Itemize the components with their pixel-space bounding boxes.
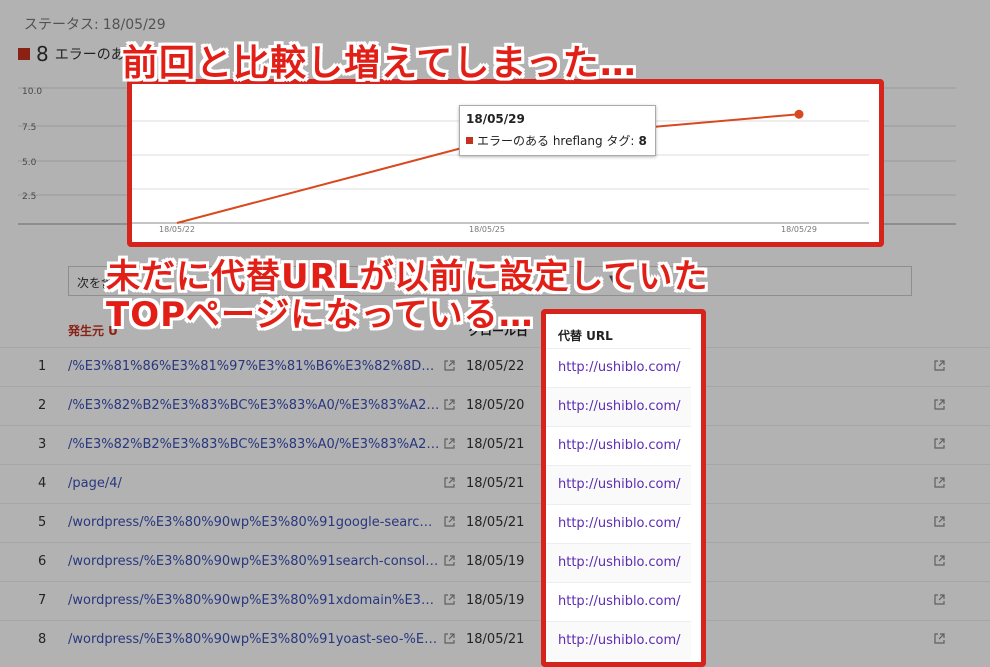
table-row[interactable]: 7/wordpress/%E3%80%90wp%E3%80%91xdomain%… <box>0 581 990 621</box>
alt-url-link[interactable]: http://ushiblo.com/ <box>558 360 681 375</box>
crawl-date: 18/05/22 <box>466 359 525 374</box>
table-row[interactable]: 8/wordpress/%E3%80%90wp%E3%80%91yoast-se… <box>0 620 990 660</box>
table-row[interactable]: 6/wordpress/%E3%80%90wp%E3%80%91search-c… <box>0 542 990 582</box>
tooltip-value: 8 <box>638 133 647 148</box>
external-link-icon[interactable] <box>934 399 945 410</box>
crawl-date: 18/05/21 <box>466 632 525 647</box>
external-link-icon[interactable] <box>444 438 455 449</box>
crawl-date: 18/05/21 <box>466 437 525 452</box>
crawl-date: 18/05/19 <box>466 593 525 608</box>
external-link-icon[interactable] <box>444 516 455 527</box>
alt-url-cell[interactable]: http://ushiblo.com/ <box>546 348 691 387</box>
row-index: 5 <box>38 515 47 530</box>
callout-increase: 前回と比較し増えてしまった… <box>122 43 637 84</box>
external-link-icon[interactable] <box>444 633 455 644</box>
table-row[interactable]: 3 /%E3%82%B2%E3%83%BC%E3%83%A0/%E3%83%A2%… <box>0 425 990 465</box>
source-url-link[interactable]: /wordpress/%E3%80%90wp%E3%80%91yoast-seo… <box>68 632 440 647</box>
row-index: 4 <box>38 476 47 491</box>
row-index: 1 <box>38 359 47 374</box>
row-index: 6 <box>38 554 47 569</box>
data-point <box>794 109 804 119</box>
source-url-link[interactable]: /wordpress/%E3%80%90wp%E3%80%91xdomain%E… <box>68 593 440 608</box>
chart-tooltip: 18/05/29 エラーのある hreflang タグ: 8 <box>459 105 656 156</box>
external-link-icon[interactable] <box>934 438 945 449</box>
alt-url-cell[interactable]: http://ushiblo.com/ <box>546 582 691 621</box>
external-link-icon[interactable] <box>444 360 455 371</box>
y-tick-label: 7.5 <box>22 123 36 133</box>
source-url-link[interactable]: /wordpress/%E3%80%90wp%E3%80%91search-co… <box>68 554 440 569</box>
status-date: 18/05/29 <box>102 17 166 33</box>
alt-url-link[interactable]: http://ushiblo.com/ <box>558 594 681 609</box>
callout-alt-url-line2: TOPページになっている… <box>106 295 534 335</box>
external-link-icon[interactable] <box>444 594 455 605</box>
source-url-link[interactable]: /%E3%82%B2%E3%83%BC%E3%83%A0/%E3%83%A2%E… <box>68 398 440 413</box>
alt-url-cell[interactable]: http://ushiblo.com/ <box>546 621 691 660</box>
alt-url-cell[interactable]: http://ushiblo.com/ <box>546 387 691 426</box>
y-tick-label: 2.5 <box>22 192 36 202</box>
row-index: 7 <box>38 593 47 608</box>
x-tick-label: 18/05/22 <box>159 225 195 232</box>
external-link-icon[interactable] <box>934 477 945 488</box>
callout-alt-url: 未だに代替URLが以前に設定していた TOPページになっている… <box>106 258 708 334</box>
external-link-icon[interactable] <box>934 594 945 605</box>
alt-url-link[interactable]: http://ushiblo.com/ <box>558 438 681 453</box>
status-line: ステータス: 18/05/29 <box>20 14 166 34</box>
status-label: ステータス: <box>24 17 99 33</box>
external-link-icon[interactable] <box>444 477 455 488</box>
alt-url-cell[interactable]: http://ushiblo.com/ <box>546 465 691 504</box>
alt-url-column-highlight: 代替 URL http://ushiblo.com/http://ushiblo… <box>541 309 706 667</box>
error-count: 8 <box>36 42 49 66</box>
legend-square-icon <box>18 48 30 60</box>
source-url-link[interactable]: /%E3%82%B2%E3%83%BC%E3%83%A0/%E3%83%A2%E… <box>68 437 440 452</box>
tooltip-series-name: エラーのある hreflang タグ: <box>477 134 635 148</box>
source-url-link[interactable]: /page/4/ <box>68 476 440 491</box>
x-tick-label: 18/05/29 <box>781 225 817 232</box>
table-row[interactable]: 2 /%E3%82%B2%E3%83%BC%E3%83%A0/%E3%83%A2%… <box>0 386 990 426</box>
tooltip-value-row: エラーのある hreflang タグ: 8 <box>466 132 647 149</box>
crawl-date: 18/05/20 <box>466 398 525 413</box>
alt-url-link[interactable]: http://ushiblo.com/ <box>558 477 681 492</box>
crawl-date: 18/05/19 <box>466 554 525 569</box>
table-row[interactable]: 5/wordpress/%E3%80%90wp%E3%80%91google-s… <box>0 503 990 543</box>
alt-url-link[interactable]: http://ushiblo.com/ <box>558 633 681 648</box>
alt-url-cell[interactable]: http://ushiblo.com/ <box>546 426 691 465</box>
alt-url-cell[interactable]: http://ushiblo.com/ <box>546 504 691 543</box>
row-index: 8 <box>38 632 47 647</box>
table-row[interactable]: 4/page/4/18/05/21 <box>0 464 990 504</box>
alt-url-link[interactable]: http://ushiblo.com/ <box>558 516 681 531</box>
external-link-icon[interactable] <box>444 555 455 566</box>
external-link-icon[interactable] <box>934 516 945 527</box>
source-url-link[interactable]: /%E3%81%86%E3%81%97%E3%81%B6%E3%82%8D%E3… <box>68 359 440 374</box>
y-tick-label: 5.0 <box>22 158 37 168</box>
row-index: 3 <box>38 437 47 452</box>
source-url-link[interactable]: /wordpress/%E3%80%90wp%E3%80%91google-se… <box>68 515 440 530</box>
table-row[interactable]: 1 /%E3%81%86%E3%81%97%E3%81%B6%E3%82%8D%E… <box>0 347 990 387</box>
crawl-date: 18/05/21 <box>466 476 525 491</box>
external-link-icon[interactable] <box>934 633 945 644</box>
external-link-icon[interactable] <box>934 360 945 371</box>
legend-square-icon <box>466 137 473 144</box>
crawl-date: 18/05/21 <box>466 515 525 530</box>
external-link-icon[interactable] <box>444 399 455 410</box>
alt-url-link[interactable]: http://ushiblo.com/ <box>558 555 681 570</box>
alt-url-link[interactable]: http://ushiblo.com/ <box>558 399 681 414</box>
alt-url-cell[interactable]: http://ushiblo.com/ <box>546 543 691 582</box>
x-tick-label: 18/05/25 <box>469 225 505 232</box>
y-tick-label: 10.0 <box>22 87 42 97</box>
tooltip-date: 18/05/29 <box>466 112 525 126</box>
callout-alt-url-line1: 未だに代替URLが以前に設定していた <box>106 257 709 297</box>
external-link-icon[interactable] <box>934 555 945 566</box>
row-index: 2 <box>38 398 47 413</box>
